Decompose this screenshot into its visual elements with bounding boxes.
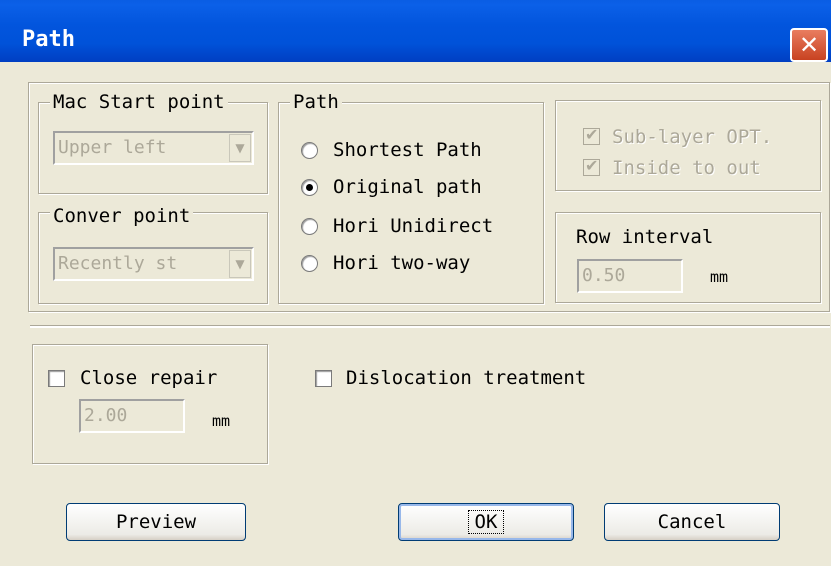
sublayer-opt-label: Sub-layer OPT. xyxy=(612,126,773,148)
close-repair-unit: mm xyxy=(212,412,231,430)
dislocation-label[interactable]: Dislocation treatment xyxy=(346,366,586,390)
conver-point-select: Recently st ▼ xyxy=(53,247,254,281)
ok-button[interactable]: OK xyxy=(398,503,574,541)
inside-to-out-label: Inside to out xyxy=(612,157,761,179)
conver-point-value: Recently st xyxy=(58,253,178,274)
mac-start-select: Upper left ▼ xyxy=(53,131,254,165)
check-icon: ✔ xyxy=(585,156,599,175)
row-interval-value: 0.50 xyxy=(582,265,626,286)
row-interval-input: 0.50 xyxy=(577,259,683,293)
close-repair-input: 2.00 xyxy=(79,399,185,433)
section-divider xyxy=(30,325,830,328)
chevron-down-icon: ▼ xyxy=(229,134,251,162)
inside-to-out-checkbox[interactable]: ✔ xyxy=(583,156,600,176)
ok-button-label: OK xyxy=(467,510,505,534)
radio-label-shortest-path[interactable]: Shortest Path xyxy=(333,138,482,162)
radio-hori-unidirect[interactable] xyxy=(301,218,318,235)
preview-button[interactable]: Preview xyxy=(66,503,246,541)
mac-start-legend: Mac Start point xyxy=(50,91,228,113)
sublayer-opt-checkbox[interactable]: ✔ xyxy=(583,125,600,145)
check-icon: ✔ xyxy=(585,125,599,144)
radio-shortest-path[interactable] xyxy=(301,142,318,159)
window-title: Path xyxy=(22,27,75,52)
radio-original-path[interactable] xyxy=(301,179,318,196)
title-bar[interactable]: Path ✕ xyxy=(0,0,831,62)
close-icon[interactable]: ✕ xyxy=(790,28,828,62)
radio-label-original-path[interactable]: Original path xyxy=(333,175,482,199)
mac-start-value: Upper left xyxy=(58,137,167,158)
close-repair-checkbox[interactable] xyxy=(48,370,65,387)
chevron-down-icon: ▼ xyxy=(229,250,251,278)
close-repair-value: 2.00 xyxy=(84,405,128,426)
radio-label-hori-unidirect[interactable]: Hori Unidirect xyxy=(333,214,493,238)
path-legend: Path xyxy=(290,91,342,113)
dislocation-checkbox[interactable] xyxy=(315,370,332,387)
radio-hori-two-way[interactable] xyxy=(301,255,318,272)
close-repair-label[interactable]: Close repair xyxy=(80,366,217,390)
radio-selected-dot xyxy=(306,184,313,191)
conver-point-legend: Conver point xyxy=(50,205,194,227)
cancel-button[interactable]: Cancel xyxy=(604,503,780,541)
row-interval-label: Row interval xyxy=(576,226,714,248)
row-interval-unit: mm xyxy=(710,268,729,286)
dialog-body: Mac Start point Upper left ▼ Conver poin… xyxy=(0,62,831,566)
radio-label-hori-two-way[interactable]: Hori two-way xyxy=(333,251,470,275)
